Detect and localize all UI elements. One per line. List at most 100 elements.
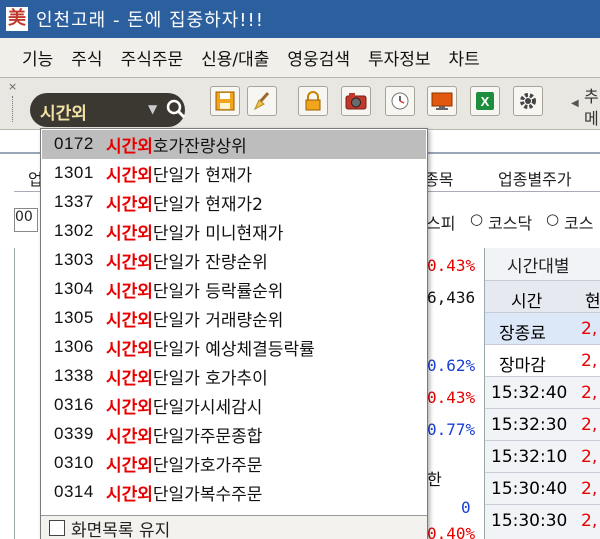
time-col-label: 시간 — [511, 292, 543, 312]
menu-item-chart[interactable]: 차트 — [449, 45, 480, 70]
grid-cell: 6,436 — [427, 288, 476, 307]
price-cell: 2, — [581, 319, 598, 339]
monitor-button[interactable] — [427, 86, 457, 116]
lock-icon — [305, 91, 321, 111]
menu-item-credit-loan[interactable]: 신용/대출 — [201, 45, 269, 70]
time-section-header[interactable]: 시간대별 — [507, 252, 570, 277]
table-row[interactable]: 15:32:10 2, — [485, 440, 600, 472]
item-prefix: 시간외 — [106, 194, 153, 215]
dropdown-item[interactable]: 1301 시간외 단일가 현재가 — [42, 159, 426, 188]
dropdown-item[interactable]: 1337 시간외 단일가 현재가2 — [42, 188, 426, 217]
capture-button[interactable] — [341, 86, 371, 116]
window-title: 인천고래 - 돈에 집중하자!!! — [36, 10, 264, 31]
table-row[interactable]: 장마감 2, — [485, 344, 600, 376]
table-row[interactable]: 15:30:40 2, — [485, 472, 600, 504]
menu-item-functions[interactable]: 기능 — [22, 45, 53, 70]
dropdown-footer: 화면목록 유지 — [41, 515, 427, 539]
excel-button[interactable]: X — [470, 86, 500, 116]
dropdown-item[interactable]: 0316 시간외 단일가시세감시 — [42, 391, 426, 420]
item-prefix: 시간외 — [106, 397, 153, 418]
toolbar-grip[interactable] — [12, 96, 15, 122]
dropdown-item[interactable]: 1306 시간외 단일가 예상체결등락률 — [42, 333, 426, 362]
clear-button[interactable] — [247, 86, 277, 116]
monitor-icon — [431, 92, 453, 110]
time-cell: 15:32:10 — [491, 447, 568, 467]
item-label: 단일가호가주문 — [152, 455, 263, 476]
dropdown-item[interactable]: 1305 시간외 단일가 거래량순위 — [42, 304, 426, 333]
table-row[interactable]: 장종료 2, — [485, 312, 600, 344]
item-code: 0172 — [54, 134, 94, 154]
chevron-down-icon[interactable]: ▼ — [148, 102, 157, 116]
grid-cell: 한 — [427, 470, 442, 489]
item-label: 단일가 잔량순위 — [152, 252, 268, 273]
time-cell: 15:30:40 — [491, 479, 568, 499]
code-input[interactable]: 00 — [14, 208, 38, 232]
save-button[interactable] — [210, 86, 240, 116]
item-label: 단일가 미니현재가 — [152, 223, 284, 244]
table-row[interactable]: 15:30:30 2, — [485, 504, 600, 536]
item-prefix: 시간외 — [106, 223, 153, 244]
table-row[interactable]: 15:32:40 2, — [485, 376, 600, 408]
menu-item-stock-order[interactable]: 주식주문 — [121, 45, 184, 70]
clock-button[interactable] — [385, 86, 415, 116]
dropdown-item[interactable]: 0339 시간외 단일가주문종합 — [42, 420, 426, 449]
dropdown-item[interactable]: 1302 시간외 단일가 미니현재가 — [42, 217, 426, 246]
item-label: 단일가 현재가 — [152, 165, 253, 186]
item-label: 단일가주문종합 — [152, 426, 263, 447]
item-prefix: 시간외 — [106, 252, 153, 273]
item-prefix: 시간외 — [106, 426, 153, 447]
toolbar-close-icon[interactable]: × — [8, 80, 17, 93]
item-label: 단일가 거래량순위 — [152, 310, 284, 331]
dropdown-item[interactable]: 0310 시간외 단일가호가주문 — [42, 449, 426, 478]
price-cell: 2, — [581, 511, 598, 531]
dropdown-item[interactable]: 1338 시간외 단일가 호가추이 — [42, 362, 426, 391]
item-label: 단일가시세감시 — [152, 397, 263, 418]
dropdown-item[interactable]: 0314 시간외 단일가복수주문 — [42, 478, 426, 507]
search-icon[interactable] — [164, 97, 188, 121]
item-code: 1303 — [54, 250, 94, 270]
item-label: 단일가 예상체결등락률 — [152, 339, 315, 360]
item-prefix: 시간외 — [106, 136, 153, 157]
menu-item-hero-search[interactable]: 영웅검색 — [287, 45, 350, 70]
tab-partial-2[interactable]: 종목 — [424, 166, 453, 190]
toolbar-scroll-left-icon[interactable]: ◀ — [571, 98, 579, 109]
item-prefix: 시간외 — [106, 368, 153, 389]
screen-combo-value[interactable]: 시간외 — [40, 99, 87, 124]
radio-kospi2-icon[interactable]: ○ — [546, 210, 559, 228]
price-col-label: 현 — [585, 292, 600, 312]
menu-item-stocks[interactable]: 주식 — [71, 45, 102, 70]
svg-text:X: X — [481, 94, 490, 109]
settings-button[interactable] — [513, 86, 543, 116]
grid-cell: 0.77% — [427, 420, 476, 439]
keep-list-label[interactable]: 화면목록 유지 — [71, 516, 170, 539]
item-label: 단일가 등락률순위 — [152, 281, 284, 302]
keep-list-checkbox[interactable] — [49, 520, 65, 536]
item-code: 1304 — [54, 279, 94, 299]
dropdown-item-selected[interactable]: 0172 시간외 호가잔량상위 — [42, 130, 426, 159]
radio-kosdaq-icon[interactable]: ○ — [470, 210, 483, 228]
toolbar-more-label[interactable]: 추 메 — [584, 86, 599, 130]
radio-kospi-label[interactable]: 스피 — [426, 210, 455, 234]
item-code: 0316 — [54, 395, 94, 415]
time-cell: 15:30:30 — [491, 511, 568, 531]
dropdown-item[interactable]: 1303 시간외 단일가 잔량순위 — [42, 246, 426, 275]
item-label: 단일가복수주문 — [152, 484, 263, 505]
screen-dropdown-list: 0172 시간외 호가잔량상위 1301 시간외 단일가 현재가 1337 시간외 단일가 … — [40, 128, 428, 539]
lock-button[interactable] — [298, 86, 328, 116]
time-cell: 장종료 — [499, 324, 546, 344]
dropdown-item[interactable]: 1304 시간외 단일가 등락률순위 — [42, 275, 426, 304]
screen-search-combo[interactable]: 시간외 ▼ — [30, 93, 188, 127]
radio-kosdaq-label[interactable]: 코스닥 — [488, 210, 532, 234]
radio-kospi2-label[interactable]: 코스 — [564, 210, 593, 234]
price-cell: 2, — [581, 383, 598, 403]
item-label: 단일가 호가추이 — [152, 368, 268, 389]
tab-sector-price[interactable]: 업종별주가 — [498, 166, 572, 190]
time-cell: 장마감 — [499, 356, 546, 376]
menu-item-investment-info[interactable]: 투자정보 — [368, 45, 431, 70]
table-row[interactable]: 15:32:30 2, — [485, 408, 600, 440]
item-prefix: 시간외 — [106, 281, 153, 302]
item-code: 1301 — [54, 163, 94, 183]
item-code: 0310 — [54, 453, 94, 473]
app-logo-icon: 美 — [6, 7, 28, 31]
clock-icon — [391, 92, 409, 110]
